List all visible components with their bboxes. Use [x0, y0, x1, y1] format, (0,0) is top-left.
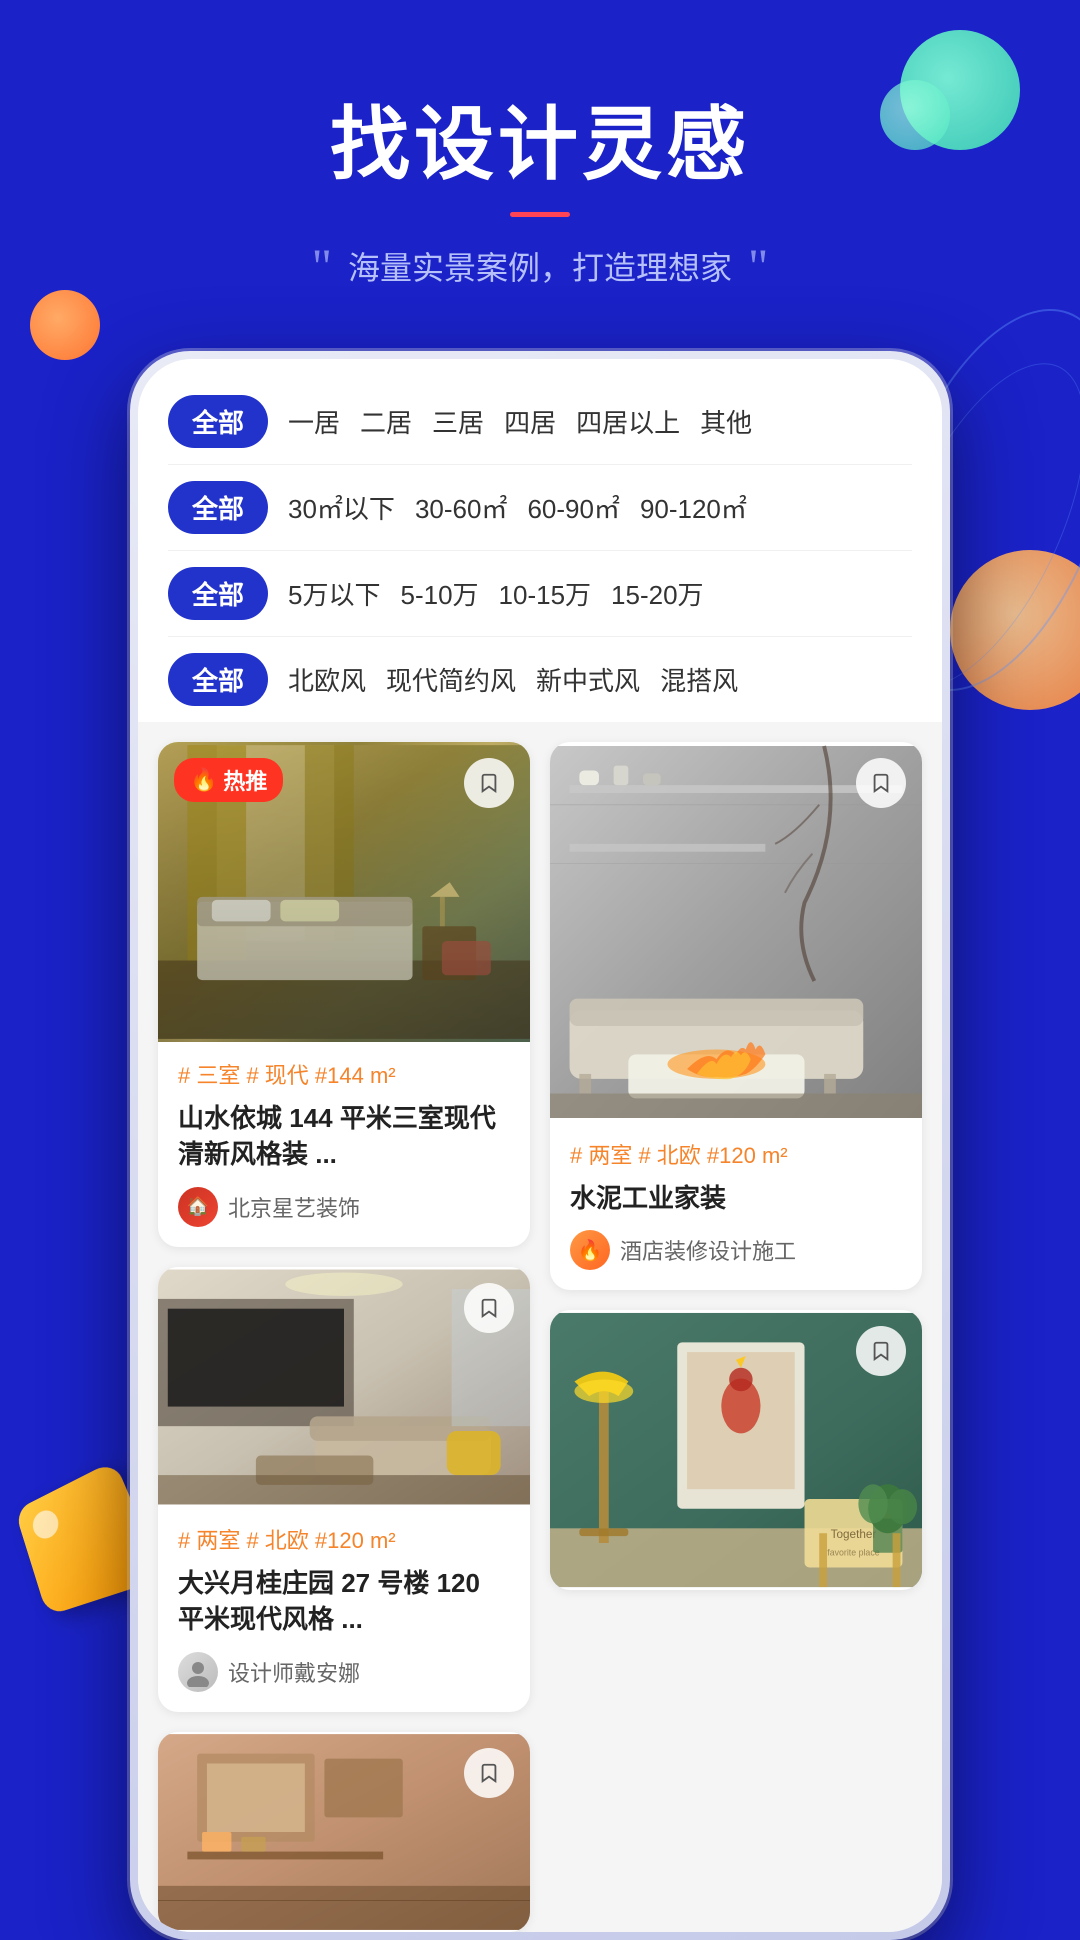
author-avatar-2: 🔥	[570, 1230, 610, 1270]
author-name-1: 北京星艺装饰	[228, 1191, 360, 1223]
bookmark-button-card1[interactable]	[464, 758, 514, 808]
hero-section: 找设计灵感 " 海量实景案例，打造理想家 "	[0, 0, 1080, 291]
hero-title: 找设计灵感	[0, 80, 1080, 196]
close-quote: "	[748, 241, 768, 291]
author-avatar-1: 🏠	[178, 1187, 218, 1227]
subtitle-text: 海量实景案例，打造理想家	[348, 243, 732, 289]
filter-tag-60-90sqm[interactable]: 60-90㎡	[527, 489, 620, 526]
card-shanshui[interactable]: 🔥 热推 # 三室 # 现代 #144 m²	[158, 742, 530, 1247]
card-image-bedroom: 🔥 热推	[158, 742, 530, 1042]
card-body-3: # 两室 # 北欧 #120 m² 大兴月桂庄园 27 号楼 120 平米现代风…	[158, 1507, 530, 1712]
filter-tag-90-120sqm[interactable]: 90-120㎡	[640, 489, 747, 526]
filter-pill-all-budget[interactable]: 全部	[168, 567, 268, 620]
filter-row-area: 全部 30㎡以下 30-60㎡ 60-90㎡ 90-120㎡	[168, 465, 912, 551]
card-body-1: # 三室 # 现代 #144 m² 山水依城 144 平米三室现代清新风格装 .…	[158, 1042, 530, 1247]
card-image-pink	[158, 1732, 530, 1932]
bookmark-button-card3[interactable]	[464, 1283, 514, 1333]
hot-badge: 🔥 热推	[174, 758, 283, 802]
filter-tag-studio[interactable]: 一居	[288, 403, 340, 440]
filter-tag-10-15w[interactable]: 10-15万	[499, 575, 592, 612]
content-area: 🔥 热推 # 三室 # 现代 #144 m²	[138, 722, 942, 1932]
masonry-grid: 🔥 热推 # 三室 # 现代 #144 m²	[158, 742, 922, 1932]
hero-subtitle: " 海量实景案例，打造理想家 "	[0, 241, 1080, 291]
filter-tag-15-20w[interactable]: 15-20万	[611, 575, 704, 612]
left-column: 🔥 热推 # 三室 # 现代 #144 m²	[158, 742, 530, 1932]
filter-pill-all-room[interactable]: 全部	[168, 395, 268, 448]
filter-tag-5-10w[interactable]: 5-10万	[400, 575, 478, 612]
filter-tag-5w[interactable]: 5万以下	[288, 575, 380, 612]
card-green-room[interactable]: Together favorite place	[550, 1310, 922, 1590]
filter-tag-2bed[interactable]: 二居	[360, 403, 412, 440]
card-cement[interactable]: # 两室 # 北欧 #120 m² 水泥工业家装 🔥 酒店装修设计施工	[550, 742, 922, 1290]
card-image-green: Together favorite place	[550, 1310, 922, 1590]
bookmark-button-card2[interactable]	[856, 758, 906, 808]
filter-tag-modern[interactable]: 现代简约风	[386, 661, 516, 698]
card-daxing[interactable]: # 两室 # 北欧 #120 m² 大兴月桂庄园 27 号楼 120 平米现代风…	[158, 1267, 530, 1712]
hot-label: 热推	[223, 764, 267, 796]
card-image-living	[158, 1267, 530, 1507]
filter-tag-30sqm[interactable]: 30㎡以下	[288, 489, 395, 526]
card-author-1: 🏠 北京星艺装饰	[178, 1187, 510, 1227]
svg-text:favorite place: favorite place	[827, 1548, 879, 1558]
card-title-2: 水泥工业家装	[570, 1180, 902, 1216]
card-tags-1: # 三室 # 现代 #144 m²	[178, 1058, 510, 1090]
svg-text:Together: Together	[831, 1528, 877, 1541]
card-author-2: 🔥 酒店装修设计施工	[570, 1230, 902, 1270]
card-tags-3: # 两室 # 北欧 #120 m²	[178, 1523, 510, 1555]
filter-pill-all-style[interactable]: 全部	[168, 653, 268, 706]
open-quote: "	[312, 241, 332, 291]
filter-tag-chinese[interactable]: 新中式风	[536, 661, 640, 698]
filter-tag-mixed[interactable]: 混搭风	[660, 661, 738, 698]
filter-tag-nordic[interactable]: 北欧风	[288, 661, 366, 698]
filter-section: 全部 一居 二居 三居 四居 四居以上 其他 全部 30㎡以下 30-60㎡ 6…	[138, 359, 942, 722]
filter-pill-all-area[interactable]: 全部	[168, 481, 268, 534]
card-bottom-left[interactable]	[158, 1732, 530, 1932]
filter-tag-30-60sqm[interactable]: 30-60㎡	[415, 489, 508, 526]
filter-tag-4bed-plus[interactable]: 四居以上	[576, 403, 680, 440]
filter-tag-other[interactable]: 其他	[700, 403, 752, 440]
filter-tag-4bed[interactable]: 四居	[504, 403, 556, 440]
phone-frame: 全部 一居 二居 三居 四居 四居以上 其他 全部 30㎡以下 30-60㎡ 6…	[130, 351, 950, 1940]
card-author-3: 设计师戴安娜	[178, 1652, 510, 1692]
filter-row-budget: 全部 5万以下 5-10万 10-15万 15-20万	[168, 551, 912, 637]
author-avatar-3	[178, 1652, 218, 1692]
card-tags-2: # 两室 # 北欧 #120 m²	[570, 1138, 902, 1170]
card-title-1: 山水依城 144 平米三室现代清新风格装 ...	[178, 1100, 510, 1173]
card-title-3: 大兴月桂庄园 27 号楼 120 平米现代风格 ...	[178, 1565, 510, 1638]
bg-decoration-orange-small	[30, 290, 100, 360]
phone-inner: 全部 一居 二居 三居 四居 四居以上 其他 全部 30㎡以下 30-60㎡ 6…	[138, 359, 942, 1932]
hero-divider	[510, 212, 570, 217]
author-name-2: 酒店装修设计施工	[620, 1234, 796, 1266]
filter-row-style: 全部 北欧风 现代简约风 新中式风 混搭风	[168, 637, 912, 722]
author-name-3: 设计师戴安娜	[228, 1656, 360, 1688]
filter-row-room-type: 全部 一居 二居 三居 四居 四居以上 其他	[168, 379, 912, 465]
phone-container: 全部 一居 二居 三居 四居 四居以上 其他 全部 30㎡以下 30-60㎡ 6…	[130, 351, 950, 1940]
filter-tag-3bed[interactable]: 三居	[432, 403, 484, 440]
card-image-cement	[550, 742, 922, 1122]
right-column: # 两室 # 北欧 #120 m² 水泥工业家装 🔥 酒店装修设计施工	[550, 742, 922, 1932]
fire-icon: 🔥	[190, 767, 217, 793]
bookmark-button-card5[interactable]	[464, 1748, 514, 1798]
card-body-2: # 两室 # 北欧 #120 m² 水泥工业家装 🔥 酒店装修设计施工	[550, 1122, 922, 1290]
